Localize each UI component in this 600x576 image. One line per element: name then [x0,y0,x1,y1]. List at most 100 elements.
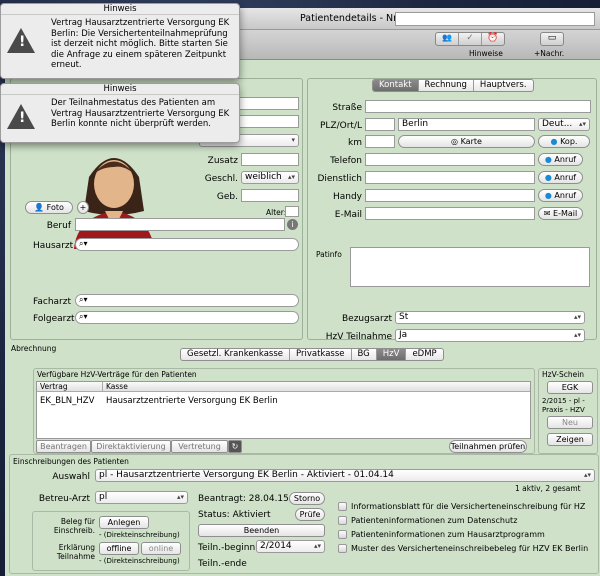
betreu-arzt-select[interactable]: pl ▴▾ [95,491,188,504]
checkmark-icon[interactable]: ✓ [459,33,482,45]
document-label: Patienteninformationen zum Hausarztprogr… [351,529,545,539]
person-icon: 👤 [34,203,45,212]
foto-button[interactable]: 👤 Foto [25,201,73,214]
email-button-label: E-Mail [553,209,578,218]
email-field[interactable] [365,207,535,220]
hzv-schein-title: HzV-Schein [542,370,585,379]
facharzt-search[interactable]: ⌕▾ [75,294,299,307]
anlegen-button[interactable]: Anlegen [99,516,149,529]
tab-gesetzl[interactable]: Gesetzl. Krankenkasse [181,349,291,360]
bezugsarzt-select[interactable]: St ▴▾ [395,311,585,324]
popup-title: Hinweis [1,4,239,15]
foto-button-label: Foto [46,203,64,212]
online-button[interactable]: online [141,542,181,555]
betreu-arzt-label: Betreu-Arzt [38,494,90,504]
auswahl-select[interactable]: pl - Hausarztzentrierte Versorgung EK Be… [95,469,595,482]
telefon-label: Telefon [330,156,362,166]
vertretung-button[interactable]: Vertretung [171,440,228,453]
skype-icon: ● [544,155,552,164]
pruefe-button[interactable]: Prüfe [295,508,325,521]
patient-number-field[interactable] [395,12,595,26]
plz-field[interactable] [365,118,395,131]
tab-bg[interactable]: BG [352,349,377,360]
list-item[interactable]: Muster des Versicherteneinschreibebeleg … [338,541,588,555]
email-button[interactable]: ✉ E-Mail [538,207,583,220]
hinweis-popup: Hinweis ! Vertrag Hausarztzentrierte Ver… [0,3,240,79]
hzv-schein-group: HzV-Schein EGK 2/2015 - pl - Praxis - HZ… [538,368,598,454]
count-text: 1 aktiv, 2 gesamt [515,484,581,493]
tab-rechnung[interactable]: Rechnung [419,80,474,91]
gender-select[interactable]: weiblich ▴▾ [241,171,299,184]
kop-button[interactable]: ● Kop. [538,135,590,148]
new-message-label[interactable]: +Nachr. [534,49,564,58]
contact-tabs: Kontakt Rechnung Hauptvers. [372,79,534,92]
hausarzt-search[interactable]: ⌕▾ [75,238,299,251]
list-item[interactable]: Patienteninformationen zum Datenschutz [338,513,588,527]
search-icon: ⌕▾ [79,239,88,248]
column-header[interactable]: Kasse [103,382,128,391]
tab-privat[interactable]: Privatkasse [290,349,352,360]
karte-button[interactable]: ◎ Karte [398,135,535,148]
anruf-handy-button[interactable]: ● Anruf [538,189,583,202]
email-label: E-Mail [334,210,362,220]
people-icon[interactable]: 👥 [436,33,459,45]
anruf-dienstlich-button[interactable]: ● Anruf [538,171,583,184]
zeigen-button[interactable]: Zeigen [547,433,593,446]
anruf-label: Anruf [554,191,577,200]
bezugsarzt-label: Bezugsarzt [341,314,392,324]
list-item[interactable]: Informationsblatt für die Versichertenei… [338,499,588,513]
beruf-field[interactable] [75,218,285,231]
zusatz-field[interactable] [241,153,299,166]
folgearzt-search[interactable]: ⌕▾ [75,311,299,324]
list-item[interactable]: Patienteninformationen zum Hausarztprogr… [338,527,588,541]
hinweis-popup: Hinweis ! Der Teilnahmestatus des Patien… [0,83,240,143]
teiln-beginn-select[interactable]: 2/2014 ▴▾ [256,540,325,553]
beleg-group: Beleg für Einschreib. Anlegen - (Direkte… [32,511,190,571]
globe-icon: ◎ [451,137,459,146]
patinfo-field[interactable] [350,247,590,287]
table-row[interactable]: EK_BLN_HZV Hausarztzentrierte Versorgung… [37,392,530,406]
ort-field[interactable]: Berlin [398,118,535,131]
tab-hzv[interactable]: HzV [376,349,407,360]
birthdate-field[interactable] [241,189,299,202]
warning-icon: ! [7,104,35,129]
window-title: Patientendetails - Nr. [300,13,400,24]
add-photo-button[interactable]: + [77,201,89,214]
plz-label: PLZ/Ort/L [320,121,362,131]
dienstlich-field[interactable] [365,171,535,184]
alarm-clock-icon[interactable]: ⏰ [482,33,504,45]
betreu-arzt-value: pl [99,492,108,502]
karte-label: Karte [460,137,482,146]
vertraege-group: Verfügbare HzV-Verträge für den Patiente… [33,368,535,454]
offline-button[interactable]: offline [99,542,139,555]
message-icon[interactable]: ▭ [540,32,564,46]
hinweise-label[interactable]: Hinweise [469,49,503,58]
tab-edmp[interactable]: eDMP [406,349,442,360]
tab-hauptvers[interactable]: Hauptvers. [474,80,533,91]
egk-button[interactable]: EGK [547,381,593,394]
vertraege-table: Vertrag Kasse EK_BLN_HZV Hausarztzentrie… [36,381,531,439]
direktaktivierung-button[interactable]: Direktaktivierung [91,440,171,453]
neu-button[interactable]: Neu [547,416,593,429]
folgearzt-label: Folgearzt [33,314,75,324]
anruf-telefon-button[interactable]: ● Anruf [538,153,583,166]
strasse-field[interactable] [365,100,591,113]
land-select[interactable]: Deut... ▴▾ [538,118,590,131]
beantragen-button[interactable]: Beantragen [36,440,91,453]
refresh-icon[interactable]: ↻ [228,440,242,453]
hzv-label: HzV Teilnahme [325,332,392,342]
info-icon[interactable]: i [287,219,298,230]
abrechnung-title: Abrechnung [11,344,57,353]
hzv-select[interactable]: Ja ▴▾ [395,329,585,342]
teilnahmen-pruefen-button[interactable]: Teilnahmen prüfen [449,440,527,453]
telefon-field[interactable] [365,153,535,166]
column-header[interactable]: Vertrag [37,382,103,391]
handy-field[interactable] [365,189,535,202]
vertraege-actions: Beantragen Direktaktivierung Vertretung … [36,440,242,453]
bezugsarzt-value: St [399,312,409,322]
toolbar-segment[interactable]: 👥 ✓ ⏰ [435,32,505,46]
tab-kontakt[interactable]: Kontakt [373,80,419,91]
beenden-button[interactable]: Beenden [198,524,325,537]
km-field[interactable] [365,135,395,148]
storno-button[interactable]: Storno [289,492,325,505]
